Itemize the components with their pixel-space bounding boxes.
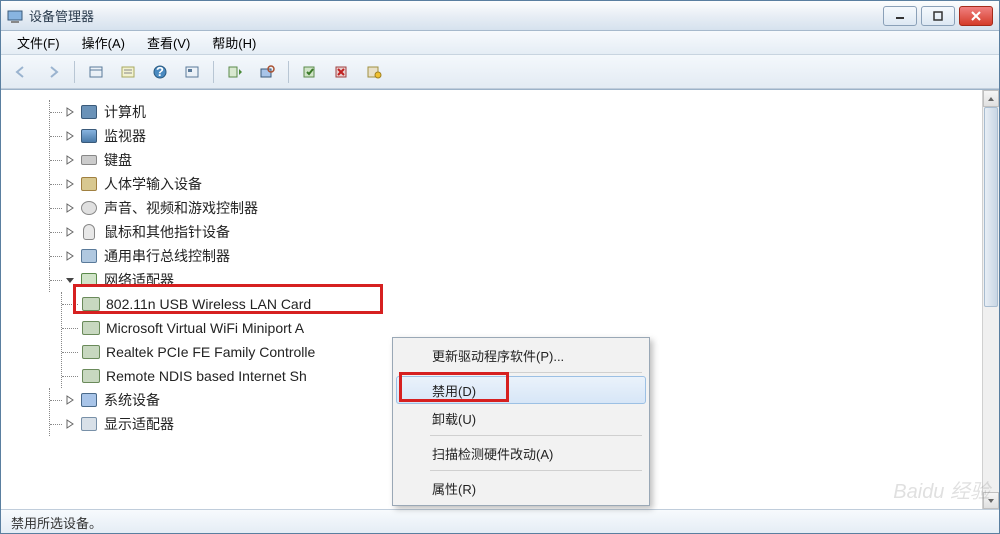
menu-help[interactable]: 帮助(H) [202, 30, 266, 55]
expand-icon[interactable] [64, 178, 76, 190]
tree-node-network-adapters[interactable]: 网络适配器 [50, 268, 999, 292]
tree-node-label: 显示适配器 [104, 414, 174, 434]
window-title: 设备管理器 [29, 6, 883, 25]
expand-icon[interactable] [64, 154, 76, 166]
update-driver-button[interactable] [221, 59, 249, 85]
expand-icon[interactable] [64, 418, 76, 430]
tree-node[interactable]: 声音、视频和游戏控制器 [50, 196, 999, 220]
uninstall-button[interactable] [360, 59, 388, 85]
ctx-update-driver[interactable]: 更新驱动程序软件(P)... [396, 341, 646, 369]
scan-hardware-button[interactable] [253, 59, 281, 85]
tree-node-label: 监视器 [104, 126, 146, 146]
menu-file[interactable]: 文件(F) [7, 30, 70, 55]
tree-node-label: 网络适配器 [104, 270, 174, 290]
toolbar-separator [288, 61, 289, 83]
disable-button[interactable] [328, 59, 356, 85]
ctx-properties[interactable]: 属性(R) [396, 474, 646, 502]
tree-node-label: 通用串行总线控制器 [104, 246, 230, 266]
network-icon [80, 271, 98, 289]
tree-node-label: 鼠标和其他指针设备 [104, 222, 230, 242]
tree-node[interactable]: 监视器 [50, 124, 999, 148]
help-button[interactable]: ? [146, 59, 174, 85]
scroll-down-button[interactable] [983, 492, 999, 509]
status-text: 禁用所选设备。 [11, 516, 102, 531]
ctx-uninstall[interactable]: 卸载(U) [396, 404, 646, 432]
expand-icon[interactable] [64, 202, 76, 214]
expand-icon[interactable] [64, 394, 76, 406]
toolbar-button-5[interactable] [178, 59, 206, 85]
menubar: 文件(F) 操作(A) 查看(V) 帮助(H) [1, 31, 999, 55]
scroll-up-button[interactable] [983, 90, 999, 107]
tree-node-label: 系统设备 [104, 390, 160, 410]
device-icon [80, 391, 98, 409]
menu-view[interactable]: 查看(V) [137, 30, 200, 55]
tree-node[interactable]: 人体学输入设备 [50, 172, 999, 196]
titlebar[interactable]: 设备管理器 [1, 1, 999, 31]
tree-node[interactable]: 键盘 [50, 148, 999, 172]
menu-action[interactable]: 操作(A) [72, 30, 135, 55]
toolbar: ? [1, 55, 999, 89]
app-icon [7, 8, 23, 24]
device-icon [80, 223, 98, 241]
properties-button[interactable] [114, 59, 142, 85]
tree-node-label: 声音、视频和游戏控制器 [104, 198, 258, 218]
device-icon [80, 415, 98, 433]
netcard-icon [82, 319, 100, 337]
show-hide-console-button[interactable] [82, 59, 110, 85]
tree-node-label: 计算机 [104, 102, 146, 122]
tree-node[interactable]: 通用串行总线控制器 [50, 244, 999, 268]
device-icon [80, 127, 98, 145]
forward-button[interactable] [39, 59, 67, 85]
minimize-button[interactable] [883, 6, 917, 26]
tree-node-label: Remote NDIS based Internet Sh [106, 368, 307, 384]
ctx-separator [430, 372, 642, 373]
device-icon [80, 103, 98, 121]
ctx-scan[interactable]: 扫描检测硬件改动(A) [396, 439, 646, 467]
tree-node-label: Microsoft Virtual WiFi Miniport A [106, 320, 304, 336]
enable-button[interactable] [296, 59, 324, 85]
device-icon [80, 199, 98, 217]
netcard-icon [82, 295, 100, 313]
ctx-separator [430, 470, 642, 471]
device-icon [80, 247, 98, 265]
collapse-icon[interactable] [64, 274, 76, 286]
svg-text:?: ? [156, 64, 164, 79]
back-button[interactable] [7, 59, 35, 85]
tree-node-label: 人体学输入设备 [104, 174, 202, 194]
netcard-icon [82, 367, 100, 385]
context-menu: 更新驱动程序软件(P)... 禁用(D) 卸载(U) 扫描检测硬件改动(A) 属… [392, 337, 650, 506]
tree-node-label: 键盘 [104, 150, 132, 170]
ctx-disable[interactable]: 禁用(D) [396, 376, 646, 404]
tree-node[interactable]: 鼠标和其他指针设备 [50, 220, 999, 244]
toolbar-separator [74, 61, 75, 83]
expand-icon[interactable] [64, 130, 76, 142]
tree-node-netcard[interactable]: 802.11n USB Wireless LAN Card [62, 292, 999, 316]
toolbar-separator [213, 61, 214, 83]
close-button[interactable] [959, 6, 993, 26]
scroll-thumb[interactable] [984, 107, 998, 307]
expand-icon[interactable] [64, 106, 76, 118]
vertical-scrollbar[interactable] [982, 90, 999, 509]
tree-node-label: 802.11n USB Wireless LAN Card [106, 296, 311, 312]
statusbar: 禁用所选设备。 [1, 509, 999, 533]
tree-node-label: Realtek PCIe FE Family Controlle [106, 344, 315, 360]
tree-node[interactable]: 计算机 [50, 100, 999, 124]
expand-icon[interactable] [64, 226, 76, 238]
ctx-separator [430, 435, 642, 436]
expand-icon[interactable] [64, 250, 76, 262]
netcard-icon [82, 343, 100, 361]
device-icon [80, 151, 98, 169]
device-icon [80, 175, 98, 193]
maximize-button[interactable] [921, 6, 955, 26]
